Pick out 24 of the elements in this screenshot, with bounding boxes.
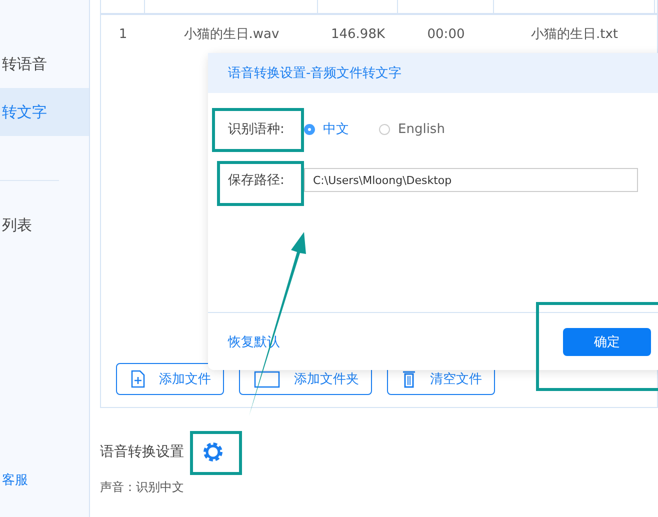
highlight-frame [190,431,242,475]
table-cell: 146.98K [330,26,385,42]
language-radio[interactable]: 中文 [304,120,349,138]
field-label: 识别语种: [228,121,286,138]
table-cell: 小猫的生日.txt [530,27,618,42]
sound-setting-text: 声音：识别中文 [100,479,185,496]
ok-button[interactable]: 确定 [563,328,651,356]
language-radio[interactable]: English [379,122,445,136]
sidebar-item[interactable]: 转语音 [0,40,89,88]
settings-icon[interactable] [202,441,224,463]
table-cell: 00:00 [427,26,465,42]
field-label: 保存路径: [228,172,286,189]
file-add-icon [131,370,145,388]
table-cell: 小猫的生日.wav [184,27,280,42]
table-cell: 1 [118,26,128,42]
sidebar-item[interactable]: 列表 [0,180,59,249]
settings-title: 语音转换设置 [100,443,184,461]
sidebar-item[interactable]: 转文字 [0,88,89,136]
dialog-title: 语音转换设置-音频文件转文字 [228,65,402,82]
path-input-field[interactable]: C:\Users\Mloong\Desktop [304,168,638,192]
trash-icon [402,370,416,388]
customer-service-link[interactable]: 客服 [0,471,89,489]
folder-icon [254,370,280,388]
action-button[interactable]: 添加文件 [116,363,224,395]
